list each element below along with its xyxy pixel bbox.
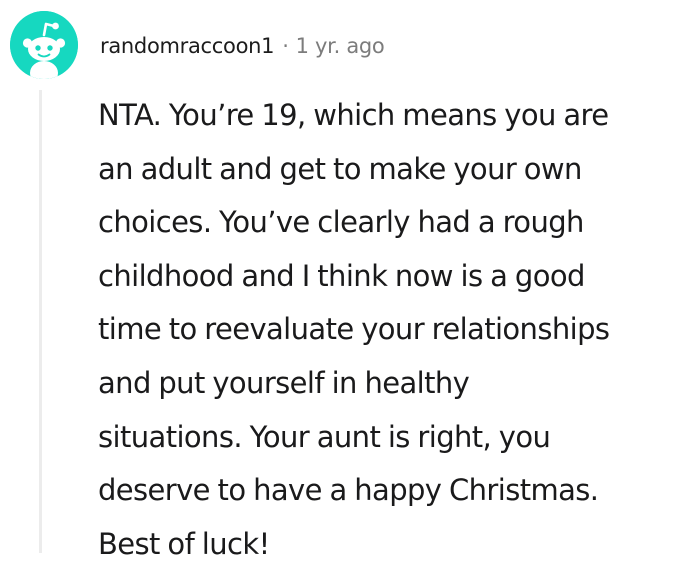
- comment-timestamp[interactable]: 1 yr. ago: [296, 34, 385, 58]
- comment-body: NTA. You’re 19, which means you are an a…: [98, 98, 610, 561]
- meta-separator: ·: [282, 34, 289, 58]
- comment: randomraccoon1 · 1 yr. ago NTA. You’re 1…: [0, 0, 700, 561]
- user-avatar[interactable]: [10, 11, 78, 79]
- thread-line[interactable]: [39, 90, 42, 553]
- comment-header: randomraccoon1 · 1 yr. ago: [100, 29, 385, 63]
- author-link[interactable]: randomraccoon1: [100, 34, 275, 58]
- snoo-icon: [10, 11, 78, 79]
